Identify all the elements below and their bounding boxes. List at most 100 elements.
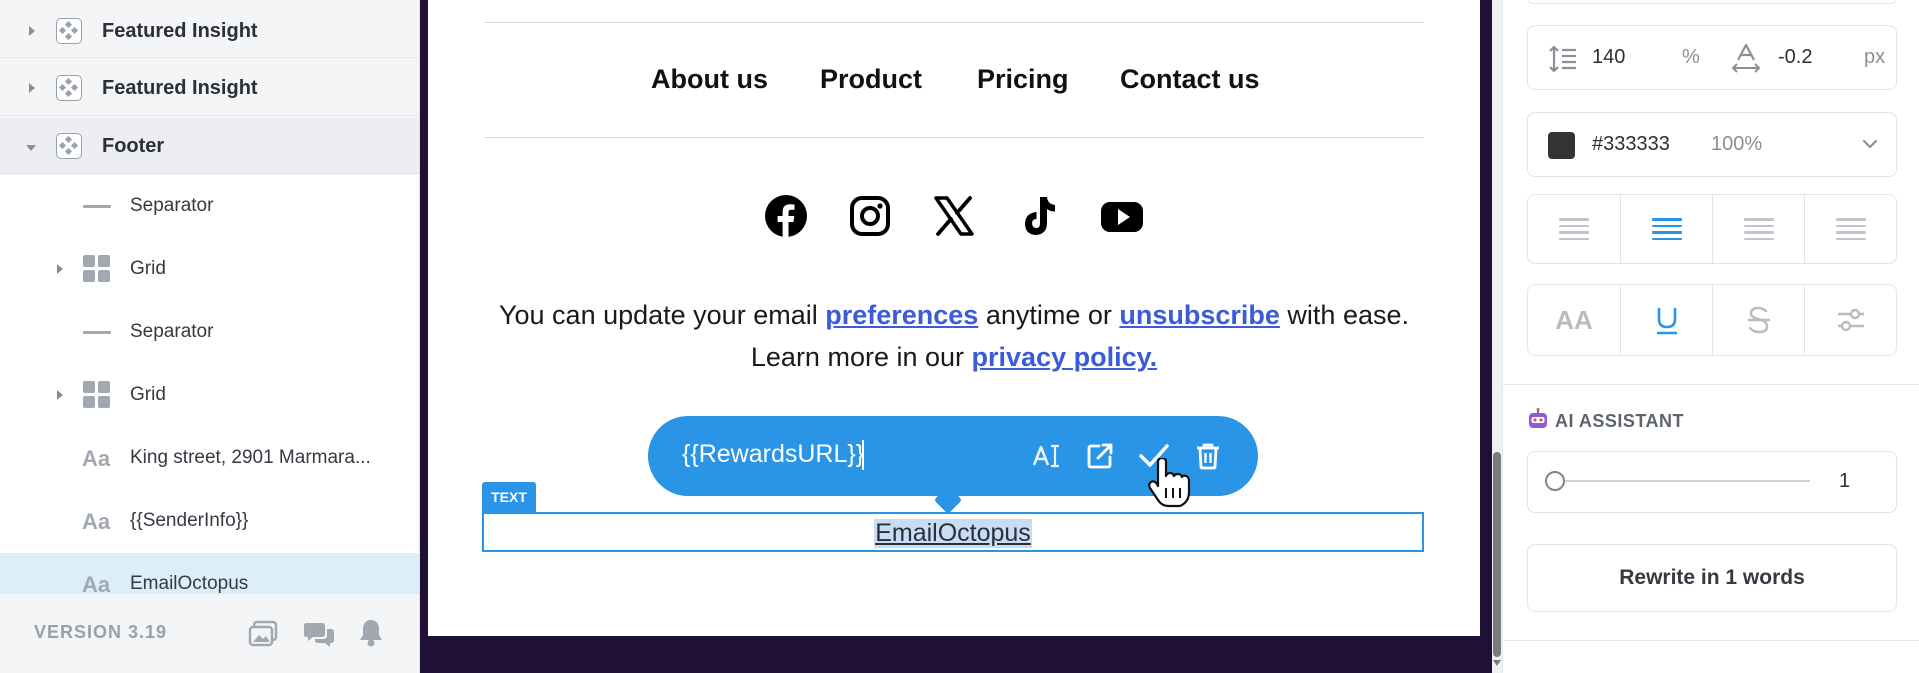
layer-label: EmailOctopus [130, 573, 249, 594]
open-external-icon[interactable] [1082, 438, 1118, 474]
layer-text-sender-info[interactable]: Aa {{SenderInfo}} [0, 490, 419, 553]
letter-spacing-input[interactable]: -0.2 [1778, 46, 1812, 69]
instagram-icon[interactable] [848, 194, 892, 238]
layer-label: Featured Insight [102, 20, 258, 42]
legal-text-3: with ease. [1279, 300, 1409, 330]
notifications-bell-icon[interactable] [358, 618, 384, 648]
privacy-policy-link[interactable]: privacy policy. [972, 342, 1158, 372]
layer-label: King street, 2901 Marmara... [130, 447, 371, 468]
align-left-icon [1559, 214, 1589, 244]
collapse-caret-icon[interactable] [26, 143, 36, 153]
canvas-scrollbar[interactable] [1492, 0, 1502, 673]
underline-button[interactable] [1620, 285, 1712, 355]
uppercase-button[interactable]: AA [1528, 285, 1620, 355]
strikethrough-button[interactable] [1712, 285, 1804, 355]
chat-icon[interactable] [303, 620, 335, 648]
letter-spacing-icon [1732, 43, 1760, 73]
layers-footer: VERSION 3.19 [0, 593, 419, 673]
layer-label: Featured Insight [102, 77, 258, 99]
expand-caret-icon[interactable] [55, 390, 65, 400]
unsubscribe-link[interactable]: unsubscribe [1119, 300, 1280, 330]
footer-link-text[interactable]: EmailOctopus [874, 519, 1032, 548]
align-center-button[interactable] [1620, 195, 1712, 263]
legal-text-2: anytime or [978, 300, 1120, 330]
layer-separator-2[interactable]: Separator [0, 301, 419, 364]
color-opacity[interactable]: 100% [1711, 133, 1762, 156]
nav-link-about-us[interactable]: About us [651, 64, 768, 95]
youtube-icon[interactable] [1100, 194, 1144, 238]
layers-panel: Featured Insight Featured Insight Footer… [0, 0, 420, 673]
text-settings-button[interactable] [1804, 285, 1897, 355]
layer-label: Separator [130, 321, 214, 342]
layer-grid-1[interactable]: Grid [0, 238, 419, 301]
layer-featured-insight-2[interactable]: Featured Insight [0, 60, 419, 116]
layer-label: Grid [130, 384, 166, 405]
legal-text-4: Learn more in our [750, 342, 972, 372]
tiktok-icon[interactable] [1016, 194, 1060, 238]
trash-icon[interactable] [1190, 438, 1226, 474]
align-right-icon [1743, 214, 1774, 244]
text-cursor [862, 440, 864, 470]
align-justify-button[interactable] [1804, 195, 1897, 263]
slider-value: 1 [1839, 470, 1851, 492]
version-label: VERSION 3.19 [34, 622, 168, 642]
text-color-picker[interactable]: #333333 100% [1527, 112, 1897, 177]
layer-footer[interactable]: Footer [0, 118, 419, 174]
properties-panel: 140 % -0.2 px #333333 100% AA AI ASSISTA… [1502, 0, 1919, 673]
align-justify-icon [1836, 214, 1866, 244]
preferences-link[interactable]: preferences [825, 300, 978, 330]
component-icon [56, 18, 82, 44]
link-url-input[interactable]: {{RewardsURL}} [682, 440, 864, 469]
nav-link-contact-us[interactable]: Contact us [1120, 64, 1260, 95]
popover-pointer [933, 485, 963, 515]
x-icon[interactable] [932, 194, 976, 238]
divider-top [484, 22, 1424, 23]
layer-grid-2[interactable]: Grid [0, 364, 419, 427]
scroll-down-arrow-icon[interactable] [1493, 660, 1501, 666]
align-center-icon [1651, 214, 1682, 244]
block-type-tag: TEXT [482, 482, 536, 512]
layer-featured-insight-1[interactable]: Featured Insight [0, 4, 419, 58]
expand-caret-icon[interactable] [27, 26, 37, 36]
text-format-icon[interactable] [1028, 438, 1064, 474]
align-right-button[interactable] [1712, 195, 1804, 263]
line-height-input[interactable]: 140 [1592, 46, 1625, 69]
legal-text-1: You can update your email [498, 300, 826, 330]
layer-label: Footer [102, 135, 165, 157]
text-align-group [1527, 194, 1897, 264]
hand-pointer-cursor-icon [1148, 458, 1191, 508]
layer-label: {{SenderInfo}} [130, 510, 249, 531]
section-divider [1503, 640, 1919, 641]
robot-icon [1529, 408, 1547, 428]
grid-icon [83, 381, 111, 409]
align-left-button[interactable] [1528, 195, 1620, 263]
scrollbar-thumb[interactable] [1493, 452, 1501, 657]
rewrite-button-label: Rewrite in 1 words [1619, 566, 1805, 589]
layer-text-address[interactable]: Aa King street, 2901 Marmara... [0, 427, 419, 490]
word-count-slider[interactable] [1545, 471, 1810, 491]
expand-caret-icon[interactable] [55, 264, 65, 274]
component-icon [56, 133, 82, 159]
layer-separator-1[interactable]: Separator [0, 175, 419, 238]
nav-link-product[interactable]: Product [820, 64, 922, 95]
layer-label: Grid [130, 258, 166, 279]
image-gallery-icon[interactable] [248, 620, 278, 648]
rewrite-button[interactable]: Rewrite in 1 words [1527, 544, 1897, 612]
facebook-icon[interactable] [764, 194, 808, 238]
selected-text-block[interactable]: EmailOctopus [482, 512, 1424, 552]
divider-bottom [484, 137, 1424, 138]
sliders-icon [1838, 308, 1864, 332]
nav-link-pricing[interactable]: Pricing [977, 64, 1069, 95]
expand-caret-icon[interactable] [27, 83, 37, 93]
slider-knob[interactable] [1545, 471, 1565, 491]
text-decoration-group: AA [1527, 284, 1897, 356]
letter-spacing-unit: px [1864, 46, 1886, 68]
layer-label: Separator [130, 195, 214, 216]
color-hex-input[interactable]: #333333 [1592, 133, 1670, 156]
grid-icon [83, 255, 111, 283]
email-preview: About us Product Pricing Contact us You … [428, 0, 1480, 636]
ai-assistant-title: AI ASSISTANT [1555, 411, 1685, 431]
ai-assistant-heading: AI ASSISTANT [1527, 408, 1684, 432]
color-swatch[interactable] [1548, 132, 1575, 159]
chevron-down-icon[interactable] [1862, 138, 1878, 150]
